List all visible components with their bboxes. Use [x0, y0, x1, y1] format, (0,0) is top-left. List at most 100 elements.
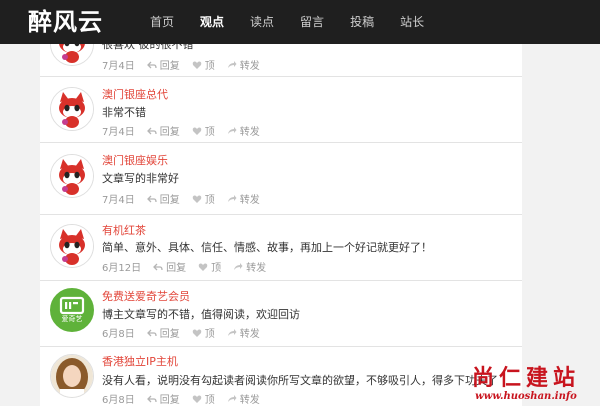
- forward-button[interactable]: 转发: [227, 325, 260, 340]
- comment-username[interactable]: 澳门银座娱乐: [102, 152, 168, 168]
- forward-label: 转发: [239, 127, 260, 138]
- nav-item-messages[interactable]: 留言: [300, 0, 324, 44]
- user-photo-icon: [51, 355, 93, 397]
- photo-avatar[interactable]: [50, 354, 94, 398]
- like-button[interactable]: 顶: [192, 391, 215, 406]
- comment-text: 文章写的非常好: [102, 172, 179, 185]
- forward-button[interactable]: 转发: [227, 57, 260, 72]
- reply-icon: [146, 195, 157, 202]
- reply-label: 回复: [159, 195, 180, 206]
- like-label: 顶: [204, 61, 215, 72]
- share-icon: [227, 126, 237, 134]
- comment-username[interactable]: 免费送爱奇艺会员: [102, 288, 190, 304]
- watermark-url: www.huoshan.info: [475, 391, 577, 402]
- share-icon: [227, 60, 237, 68]
- heart-icon: [192, 60, 202, 69]
- comment-text: 非常不错: [102, 106, 146, 119]
- comment-list: 很喜欢 彼的很不错 7月4日 回复 顶 转发 澳门银座总代 非常不错 7月4日 …: [40, 0, 522, 406]
- reply-button[interactable]: 回复: [153, 259, 186, 274]
- like-label: 顶: [211, 263, 222, 274]
- forward-label: 转发: [239, 395, 260, 406]
- reply-icon: [146, 329, 157, 336]
- comment-text: 没有人看，说明没有勾起读者阅读你所写文章的欲望，不够吸引人，得多下功夫了: [102, 374, 498, 387]
- reply-icon: [146, 127, 157, 134]
- comment-text: 博主文章写的不错，值得阅读，欢迎回访: [102, 308, 300, 321]
- heart-icon: [198, 262, 208, 271]
- share-icon: [227, 328, 237, 336]
- fox-avatar-icon: [51, 225, 93, 267]
- comment-text: 简单、意外、具体、信任、情感、故事，再加上一个好记就更好了！: [102, 241, 432, 254]
- comment-meta: 6月8日 回复 顶 转发: [102, 391, 272, 406]
- comment-item: 有机红茶 简单、意外、具体、信任、情感、故事，再加上一个好记就更好了！ 6月12…: [40, 214, 522, 281]
- main-nav: 首页 观点 读点 留言 投稿 站长: [150, 0, 450, 44]
- like-button[interactable]: 顶: [192, 325, 215, 340]
- forward-label: 转发: [246, 263, 267, 274]
- heart-icon: [192, 194, 202, 203]
- comment-item: 澳门银座总代 非常不错 7月4日 回复 顶 转发: [40, 76, 522, 143]
- comment-date: 7月4日: [102, 127, 135, 138]
- share-icon: [234, 262, 243, 270]
- forward-button[interactable]: 转发: [227, 123, 260, 138]
- fox-avatar-icon: [51, 88, 93, 130]
- comment-username[interactable]: 香港独立IP主机: [102, 353, 178, 369]
- heart-icon: [192, 126, 202, 135]
- reply-icon: [146, 61, 157, 68]
- comment-meta: 6月8日 回复 顶 转发: [102, 325, 272, 340]
- nav-item-home[interactable]: 首页: [150, 0, 174, 44]
- fox-avatar[interactable]: [50, 224, 94, 268]
- forward-button[interactable]: 转发: [233, 259, 266, 274]
- reply-button[interactable]: 回复: [146, 123, 180, 138]
- comment-item: 香港独立IP主机 没有人看，说明没有勾起读者阅读你所写文章的欲望，不够吸引人，得…: [40, 346, 522, 406]
- reply-label: 回复: [159, 127, 180, 138]
- comment-username[interactable]: 澳门银座总代: [102, 86, 168, 102]
- nav-item-webmaster[interactable]: 站长: [400, 0, 424, 44]
- top-navigation-bar: 醉风云 首页 观点 读点 留言 投稿 站长: [0, 0, 600, 44]
- reply-button[interactable]: 回复: [146, 57, 180, 72]
- reply-label: 回复: [159, 329, 180, 340]
- share-icon: [227, 394, 237, 402]
- comment-meta: 7月4日 回复 顶 转发: [102, 123, 272, 138]
- like-label: 顶: [204, 395, 215, 406]
- like-button[interactable]: 顶: [198, 259, 221, 274]
- like-label: 顶: [204, 329, 215, 340]
- reply-button[interactable]: 回复: [146, 191, 180, 206]
- iqiyi-logo-icon: [51, 289, 93, 331]
- comment-date: 7月4日: [102, 61, 135, 72]
- fox-avatar[interactable]: [50, 87, 94, 131]
- reply-button[interactable]: 回复: [146, 391, 180, 406]
- reply-label: 回复: [159, 395, 180, 406]
- forward-button[interactable]: 转发: [227, 191, 260, 206]
- heart-icon: [192, 394, 202, 403]
- like-label: 顶: [204, 195, 215, 206]
- forward-label: 转发: [239, 61, 260, 72]
- nav-item-views[interactable]: 观点: [200, 0, 224, 44]
- heart-icon: [192, 328, 202, 337]
- comment-date: 7月4日: [102, 195, 135, 206]
- nav-item-reading[interactable]: 读点: [250, 0, 274, 44]
- comment-date: 6月8日: [102, 329, 135, 340]
- forward-button[interactable]: 转发: [227, 391, 260, 406]
- comment-username[interactable]: 有机红茶: [102, 222, 146, 238]
- reply-label: 回复: [166, 263, 187, 274]
- like-button[interactable]: 顶: [192, 123, 215, 138]
- share-icon: [227, 194, 237, 202]
- page-background-strip: [522, 44, 600, 406]
- watermark: 尚仁建站 www.huoshan.info: [458, 365, 594, 402]
- fox-avatar[interactable]: [50, 154, 94, 198]
- comment-meta: 7月4日 回复 顶 转发: [102, 191, 272, 206]
- comment-date: 6月8日: [102, 395, 135, 406]
- nav-item-submit[interactable]: 投稿: [350, 0, 374, 44]
- comment-meta: 6月12日 回复 顶 转发: [102, 259, 278, 274]
- like-button[interactable]: 顶: [192, 191, 215, 206]
- site-logo[interactable]: 醉风云: [28, 4, 103, 40]
- reply-icon: [146, 395, 157, 402]
- like-label: 顶: [204, 127, 215, 138]
- like-button[interactable]: 顶: [192, 57, 215, 72]
- reply-button[interactable]: 回复: [146, 325, 180, 340]
- watermark-title: 尚仁建站: [471, 365, 580, 391]
- comment-date: 6月12日: [102, 263, 142, 274]
- comment-meta: 7月4日 回复 顶 转发: [102, 57, 272, 72]
- forward-label: 转发: [239, 195, 260, 206]
- iqiyi-avatar[interactable]: [50, 288, 94, 332]
- comment-item: 澳门银座娱乐 文章写的非常好 7月4日 回复 顶 转发: [40, 142, 522, 215]
